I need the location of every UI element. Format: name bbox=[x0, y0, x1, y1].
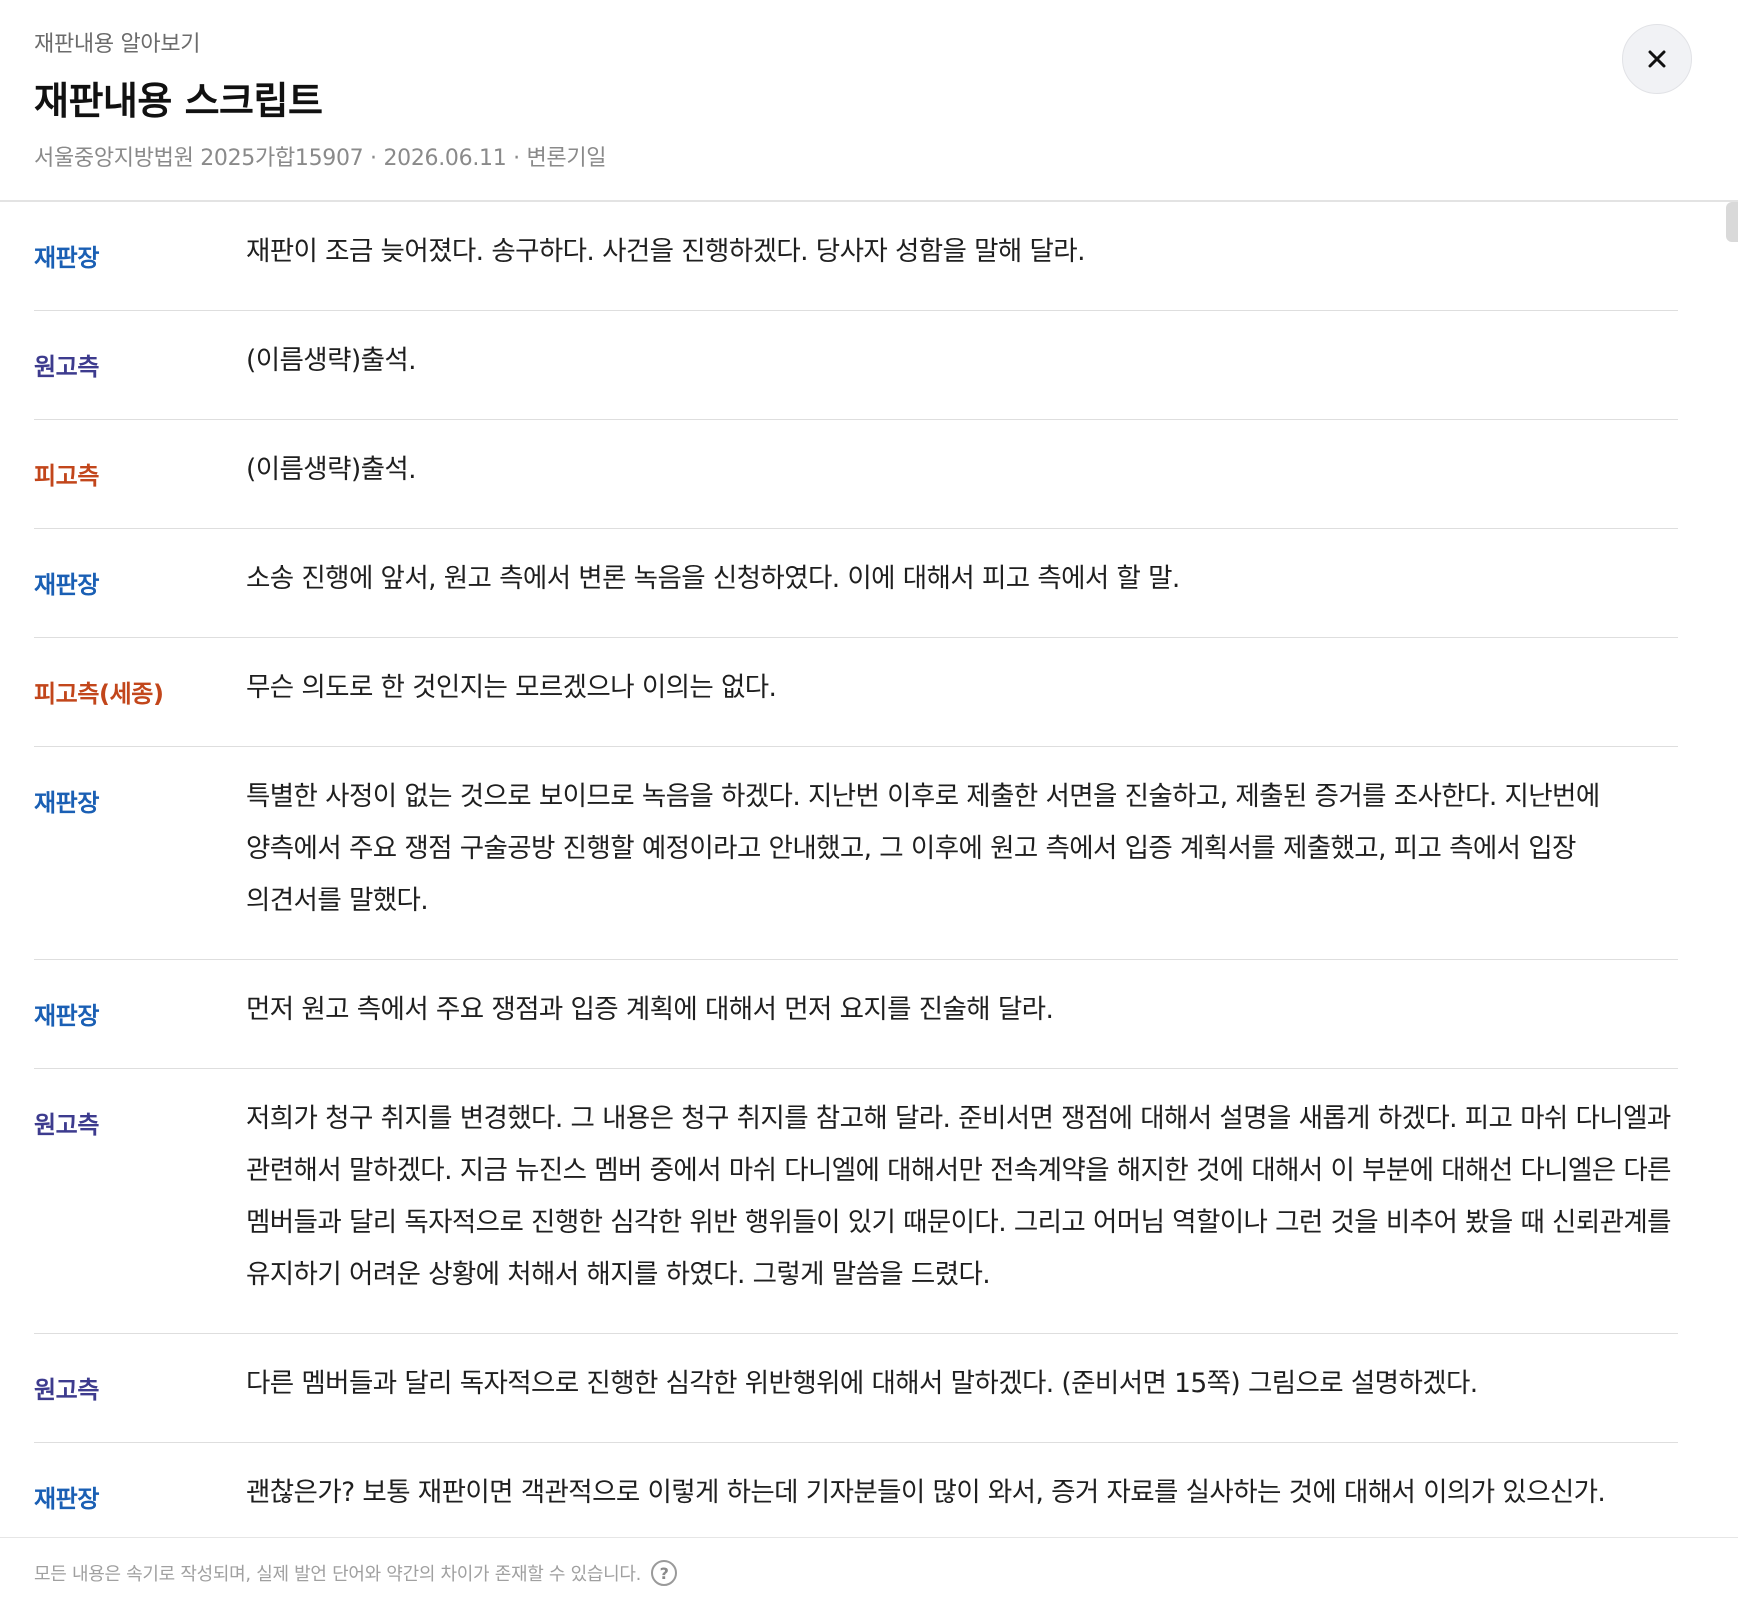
utterance-text: (이름생략)출석. bbox=[246, 345, 417, 376]
transcript-row: 재판장 먼저 원고 측에서 주요 쟁점과 입증 계획에 대해서 먼저 요지를 진술… bbox=[34, 960, 1678, 1069]
transcript-row: 원고측 다른 멤버들과 달리 독자적으로 진행한 심각한 위반행위에 대해서 말하… bbox=[34, 1334, 1678, 1443]
modal-footer: 모든 내용은 속기로 작성되며, 실제 발언 단어와 약간의 차이가 존재할 수… bbox=[0, 1537, 1738, 1606]
disclaimer-text: 모든 내용은 속기로 작성되며, 실제 발언 단어와 약간의 차이가 존재할 수… bbox=[34, 1564, 642, 1585]
speaker-label: 원고측 bbox=[34, 1111, 100, 1139]
utterance-text: 저희가 청구 취지를 변경했다. 그 내용은 청구 취지를 참고해 달라. 준비… bbox=[246, 1103, 1672, 1290]
scrollbar-thumb[interactable] bbox=[1726, 202, 1738, 242]
utterance-text: (이름생략)출석. bbox=[246, 454, 417, 485]
utterance-text: 먼저 원고 측에서 주요 쟁점과 입증 계획에 대해서 먼저 요지를 진술해 달… bbox=[246, 994, 1054, 1025]
footer-note-container: 모든 내용은 속기로 작성되며, 실제 발언 단어와 약간의 차이가 존재할 수… bbox=[34, 1560, 678, 1586]
modal-eyebrow: 재판내용 알아보기 bbox=[34, 32, 201, 57]
utterance-text: 특별한 사정이 없는 것으로 보이므로 녹음을 하겠다. 지난번 이후로 제출한… bbox=[246, 781, 1600, 916]
transcript-row: 재판장 소송 진행에 앞서, 원고 측에서 변론 녹음을 신청하였다. 이에 대해… bbox=[34, 529, 1678, 638]
help-icon[interactable]: ? bbox=[651, 1560, 678, 1586]
utterance-text: 무슨 의도로 한 것인지는 모르겠으나 이의는 없다. bbox=[246, 672, 777, 703]
transcript-row: 원고측 (이름생략)출석. bbox=[34, 311, 1678, 420]
transcript-row: 재판장 괜찮은가? 보통 재판이면 객관적으로 이렇게 하는데 기자분들이 많이 … bbox=[34, 1443, 1678, 1537]
transcript-row: 원고측 저희가 청구 취지를 변경했다. 그 내용은 청구 취지를 참고해 달라.… bbox=[34, 1069, 1678, 1334]
speaker-label: 피고측(세종) bbox=[34, 680, 164, 708]
speaker-label: 재판장 bbox=[34, 1485, 100, 1513]
speaker-label: 재판장 bbox=[34, 1002, 100, 1030]
transcript-modal: 재판내용 알아보기 재판내용 스크립트 서울중앙지방법원 2025가합15907… bbox=[0, 0, 1738, 1606]
transcript-row: 재판장 특별한 사정이 없는 것으로 보이므로 녹음을 하겠다. 지난번 이후로 … bbox=[34, 747, 1678, 960]
utterance-text: 괜찮은가? 보통 재판이면 객관적으로 이렇게 하는데 기자분들이 많이 와서,… bbox=[246, 1477, 1606, 1508]
utterance-text: 재판이 조금 늦어졌다. 송구하다. 사건을 진행하겠다. 당사자 성함을 말해… bbox=[246, 236, 1085, 267]
speaker-label: 재판장 bbox=[34, 789, 100, 817]
transcript-scroll-area[interactable]: 재판장 재판이 조금 늦어졌다. 송구하다. 사건을 진행하겠다. 당사자 성함을… bbox=[0, 202, 1738, 1537]
close-button[interactable] bbox=[1622, 24, 1692, 94]
close-icon bbox=[1648, 50, 1666, 68]
transcript-row: 재판장 재판이 조금 늦어졌다. 송구하다. 사건을 진행하겠다. 당사자 성함을… bbox=[34, 202, 1678, 311]
modal-header: 재판내용 알아보기 재판내용 스크립트 서울중앙지방법원 2025가합15907… bbox=[0, 0, 1738, 202]
transcript-row: 피고측 (이름생략)출석. bbox=[34, 420, 1678, 529]
transcript-row: 피고측(세종) 무슨 의도로 한 것인지는 모르겠으나 이의는 없다. bbox=[34, 638, 1678, 747]
page-title: 재판내용 스크립트 bbox=[34, 79, 323, 123]
case-info: 서울중앙지방법원 2025가합15907 · 2026.06.11 · 변론기일 bbox=[34, 146, 607, 171]
speaker-label: 원고측 bbox=[34, 1376, 100, 1404]
speaker-label: 피고측 bbox=[34, 462, 100, 490]
speaker-label: 원고측 bbox=[34, 353, 100, 381]
speaker-label: 재판장 bbox=[34, 244, 100, 272]
speaker-label: 재판장 bbox=[34, 571, 100, 599]
transcript-list: 재판장 재판이 조금 늦어졌다. 송구하다. 사건을 진행하겠다. 당사자 성함을… bbox=[34, 202, 1678, 1537]
utterance-text: 소송 진행에 앞서, 원고 측에서 변론 녹음을 신청하였다. 이에 대해서 피… bbox=[246, 563, 1180, 594]
utterance-text: 다른 멤버들과 달리 독자적으로 진행한 심각한 위반행위에 대해서 말하겠다.… bbox=[246, 1368, 1478, 1399]
